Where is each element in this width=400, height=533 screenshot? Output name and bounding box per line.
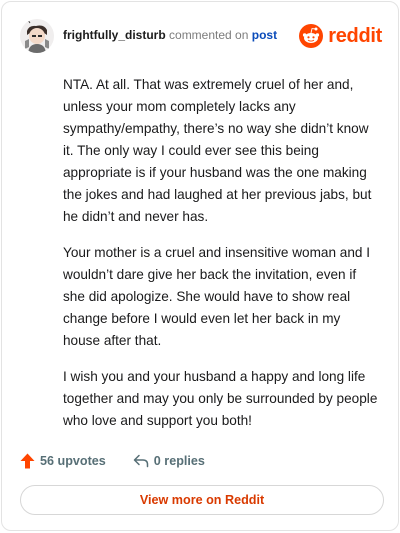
comment-paragraph: NTA. At all. That was extremely cruel of…	[63, 77, 372, 224]
reply-count: 0 replies	[153, 454, 205, 468]
username-link[interactable]: frightfully_disturb	[63, 28, 166, 42]
upvote-count: 56 upvotes	[40, 454, 106, 468]
avatar[interactable]	[20, 19, 54, 53]
upvote-arrow-icon	[20, 453, 35, 469]
reply-icon	[133, 454, 149, 468]
embedded-comment-card: frightfully_disturb commented on post re…	[1, 1, 399, 531]
comment-meta: frightfully_disturb commented on post	[63, 28, 277, 42]
reddit-logo[interactable]: reddit	[299, 22, 382, 50]
reddit-wordmark: reddit	[328, 24, 382, 47]
action-text: commented on	[169, 28, 249, 42]
reddit-logo-icon	[299, 24, 324, 48]
comment-actions: 56 upvotes 0 replies	[20, 450, 205, 472]
comment-paragraph: I wish you and your husband a happy and …	[63, 369, 378, 428]
comment-paragraph: Your mother is a cruel and insensitive w…	[63, 245, 371, 348]
comment-body: NTA. At all. That was extremely cruel of…	[63, 74, 381, 446]
upvote-button[interactable]: 56 upvotes	[20, 453, 106, 469]
comment-header: frightfully_disturb commented on post re…	[20, 16, 384, 56]
reply-button[interactable]: 0 replies	[133, 454, 205, 468]
post-link[interactable]: post	[252, 28, 277, 42]
view-more-button[interactable]: View more on Reddit	[20, 485, 384, 515]
